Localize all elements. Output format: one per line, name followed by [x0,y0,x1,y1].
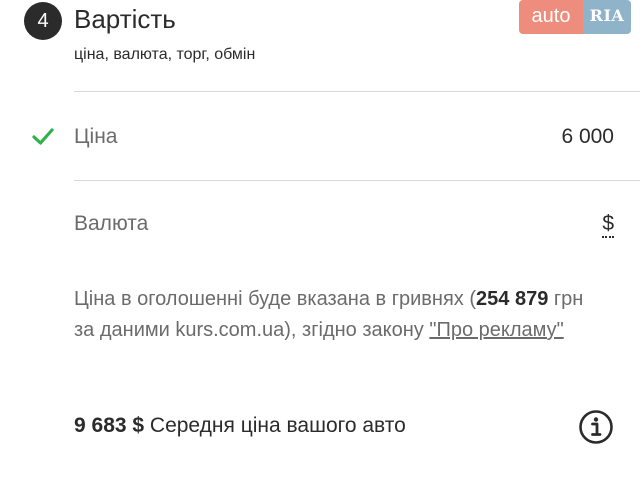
section-title: Вартість [74,4,176,34]
currency-selector[interactable]: $ [602,212,614,238]
price-value[interactable]: 6 000 [561,125,614,149]
currency-label: Валюта [74,212,149,235]
info-text-before: Ціна в оголошенні буде вказана в гривнях… [74,288,477,310]
currency-info-text: Ціна в оголошенні буде вказана в гривнях… [74,284,594,346]
logo-auto-text: auto [519,0,583,34]
currency-value[interactable]: $ [602,212,614,238]
advertising-law-link[interactable]: "Про рекламу" [429,319,563,341]
average-price-label: Середня ціна вашого авто [144,414,406,437]
check-icon [32,128,54,145]
step-number-badge: 4 [24,2,62,40]
divider [74,91,640,92]
info-icon[interactable] [578,409,614,445]
divider [74,180,640,181]
section-subtitle: ціна, валюта, торг, обмін [74,46,256,63]
logo-ria-text: RIA [583,0,631,34]
price-label: Ціна [74,125,118,148]
average-price-row: 9 683 $ Середня ціна вашого авто [74,414,406,438]
price-section: 4 Вартість ціна, валюта, торг, обмін aut… [0,0,640,480]
uah-amount: 254 879 [476,288,549,310]
average-price-amount: 9 683 $ [74,414,145,437]
autoria-logo: auto RIA [519,0,631,34]
